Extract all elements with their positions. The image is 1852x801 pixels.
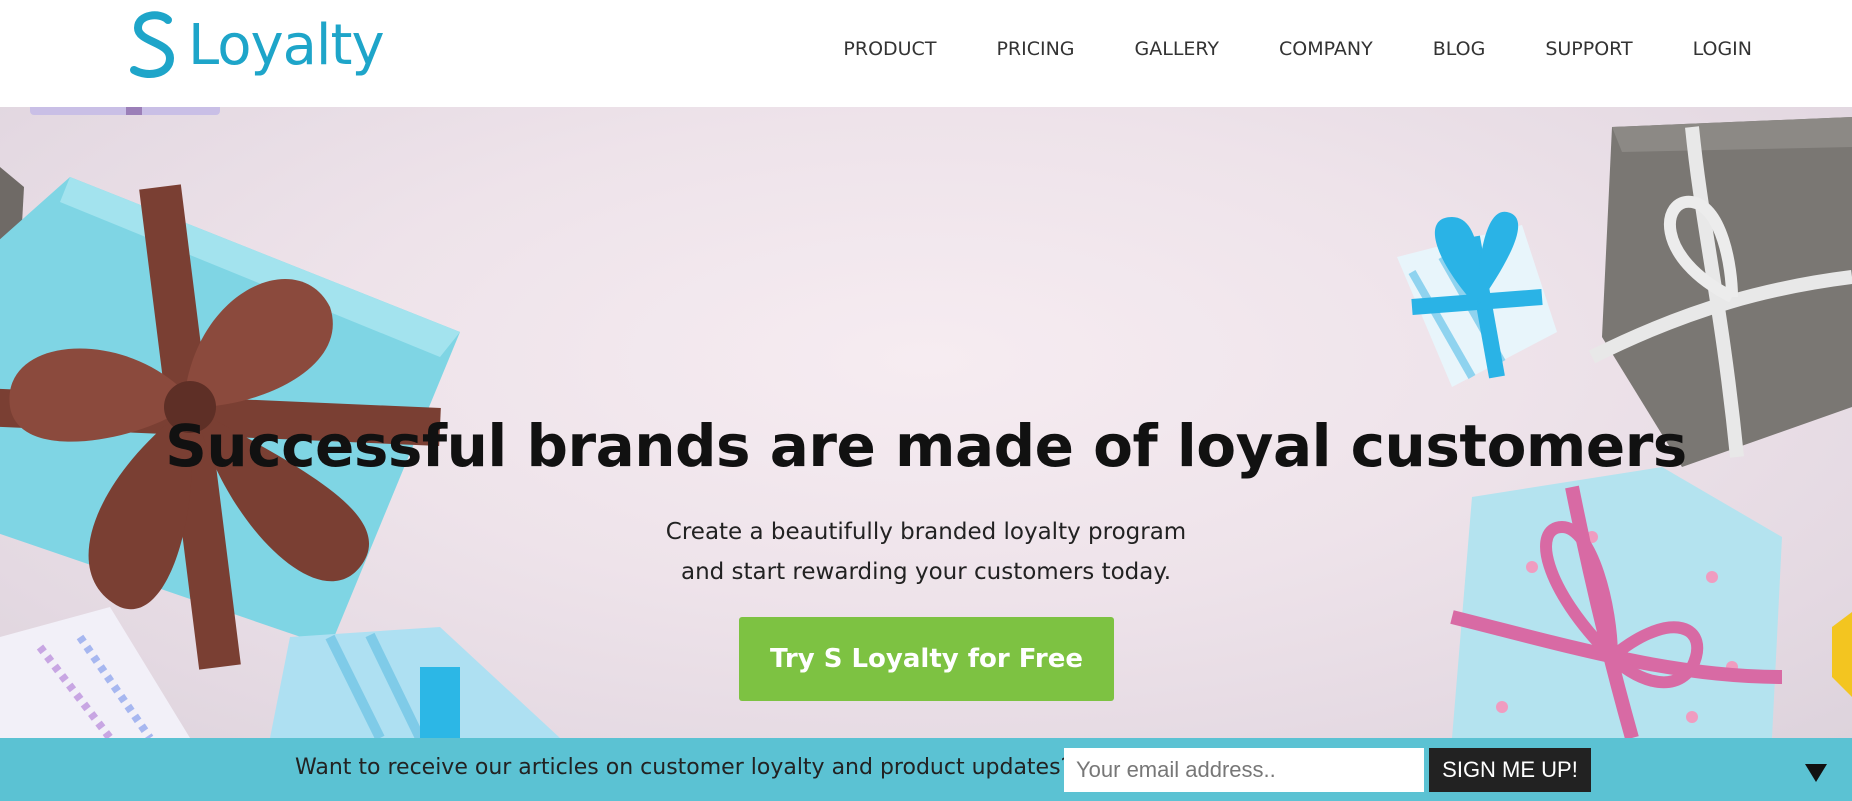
email-input[interactable] bbox=[1064, 748, 1424, 792]
hero-subtitle: Create a beautifully branded loyalty pro… bbox=[0, 512, 1852, 592]
nav-item-blog[interactable]: BLOG bbox=[1433, 38, 1486, 60]
brand-name: Loyalty bbox=[188, 13, 385, 78]
brand-logo[interactable]: Loyalty bbox=[128, 10, 385, 82]
sign-me-up-button[interactable]: SIGN ME UP! bbox=[1429, 748, 1591, 792]
nav-item-gallery[interactable]: GALLERY bbox=[1135, 38, 1220, 60]
hero-subtitle-line-2: and start rewarding your customers today… bbox=[680, 559, 1172, 585]
main-nav: PRODUCT PRICING GALLERY COMPANY BLOG SUP… bbox=[783, 38, 1752, 60]
nav-item-product[interactable]: PRODUCT bbox=[843, 38, 936, 60]
site-header: Loyalty PRODUCT PRICING GALLERY COMPANY … bbox=[0, 0, 1852, 107]
triangle-down-icon[interactable] bbox=[1802, 758, 1830, 786]
hero-title: Successful brands are made of loyal cust… bbox=[165, 412, 1687, 480]
try-free-button[interactable]: Try S Loyalty for Free bbox=[739, 617, 1114, 701]
s-logo-icon bbox=[130, 11, 175, 78]
nav-item-support[interactable]: SUPPORT bbox=[1545, 38, 1632, 60]
nav-item-company[interactable]: COMPANY bbox=[1279, 38, 1373, 60]
signup-prompt: Want to receive our articles on customer… bbox=[295, 755, 1073, 780]
newsletter-signup-bar: Want to receive our articles on customer… bbox=[0, 738, 1852, 801]
nav-item-login[interactable]: LOGIN bbox=[1693, 38, 1752, 60]
nav-item-pricing[interactable]: PRICING bbox=[996, 38, 1074, 60]
hero-section: Successful brands are made of loyal cust… bbox=[0, 107, 1852, 738]
hero-subtitle-line-1: Create a beautifully branded loyalty pro… bbox=[665, 519, 1187, 545]
